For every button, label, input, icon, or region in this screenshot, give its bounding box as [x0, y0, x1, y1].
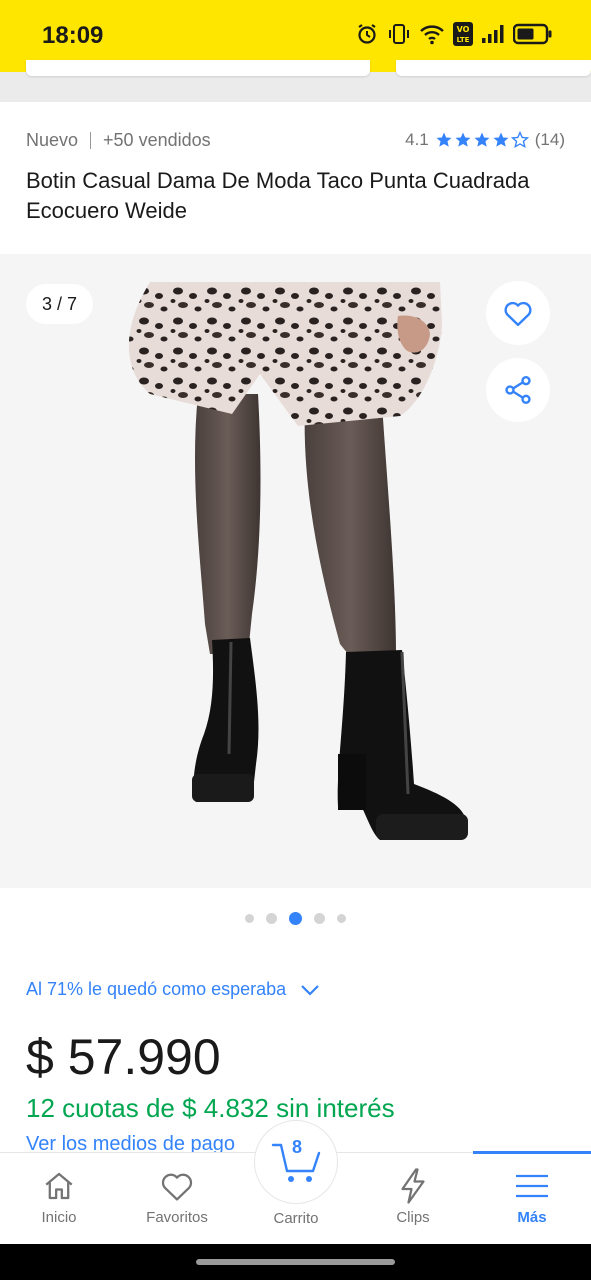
fit-feedback-toggle[interactable]: Al 71% le quedó como esperaba — [26, 979, 320, 1000]
rating-stars — [435, 131, 529, 149]
condition-label: Nuevo — [26, 130, 79, 150]
wifi-icon — [419, 23, 445, 45]
svg-text:VO: VO — [457, 25, 470, 34]
product-title: Botin Casual Dama De Moda Taco Punta Cua… — [26, 168, 530, 223]
pagination-dot[interactable] — [337, 914, 346, 923]
nav-label-carrito[interactable]: Carrito — [236, 1210, 356, 1227]
meta-divider — [90, 132, 92, 149]
nav-item-inicio[interactable]: Inicio — [0, 1153, 118, 1245]
star-filled-icon — [455, 132, 471, 147]
home-gesture-pill[interactable] — [196, 1259, 395, 1265]
product-gallery[interactable]: 3 / 7 — [0, 254, 591, 888]
star-empty-icon — [510, 131, 529, 149]
sold-count: +50 vendidos — [103, 130, 211, 150]
chevron-down-icon — [301, 984, 319, 996]
nav-item-clips[interactable]: Clips — [354, 1153, 472, 1245]
vibrate-icon — [387, 22, 411, 46]
pagination-dot[interactable] — [314, 913, 325, 924]
rating-value: 4.1 — [405, 130, 429, 149]
image-counter: 3 / 7 — [26, 284, 94, 324]
heart-icon — [160, 1167, 194, 1205]
product-image — [128, 282, 468, 840]
nav-label: Más — [517, 1209, 547, 1226]
pagination-dot-active[interactable] — [289, 912, 302, 925]
gallery-pagination — [0, 912, 591, 925]
pagination-dot[interactable] — [245, 914, 254, 923]
favorite-button[interactable] — [486, 281, 550, 345]
status-icons: VO LTE — [355, 22, 553, 46]
system-nav-bar — [0, 1244, 591, 1280]
heart-outline-icon — [504, 301, 532, 327]
nav-item-mas[interactable]: Más — [473, 1153, 591, 1245]
nav-label: Clips — [396, 1209, 430, 1226]
star-filled-icon — [493, 132, 509, 147]
nav-label: Favoritos — [146, 1209, 208, 1226]
volte-icon: VO LTE — [453, 22, 473, 46]
lightning-icon — [398, 1167, 428, 1205]
review-count: (14) — [534, 130, 565, 149]
product-header: Nuevo +50 vendidos 4.1 (14) Botin Casual… — [0, 102, 591, 254]
battery-icon — [513, 23, 553, 45]
fit-feedback-text: Al 71% le quedó como esperaba — [26, 979, 287, 999]
rating-summary[interactable]: 4.1 (14) — [405, 130, 565, 150]
price: $ 57.990 — [26, 1029, 221, 1085]
menu-icon — [514, 1167, 550, 1205]
home-icon — [42, 1167, 76, 1205]
alarm-icon — [355, 22, 379, 46]
status-time: 18:09 — [42, 22, 104, 49]
pagination-dot[interactable] — [266, 913, 277, 924]
product-page: 18:09 VO LTE Nuevo +50 vendidos 4.1 (14)… — [0, 0, 591, 1280]
star-filled-icon — [436, 132, 452, 147]
share-button[interactable] — [486, 358, 550, 422]
installments-info: 12 cuotas de $ 4.832 sin interés — [26, 1093, 395, 1123]
svg-text:LTE: LTE — [457, 36, 470, 44]
nav-item-favoritos[interactable]: Favoritos — [118, 1153, 236, 1245]
star-filled-icon — [474, 132, 490, 147]
share-icon — [505, 376, 531, 404]
signal-icon — [481, 24, 505, 44]
cart-count-badge: 8 — [291, 1137, 302, 1157]
product-meta: Nuevo +50 vendidos — [26, 130, 211, 151]
cart-button[interactable]: 8 — [254, 1120, 338, 1204]
top-strip — [0, 72, 591, 102]
card-fragment-right — [396, 60, 591, 76]
card-fragment-left — [26, 60, 370, 76]
nav-label: Inicio — [41, 1209, 77, 1226]
